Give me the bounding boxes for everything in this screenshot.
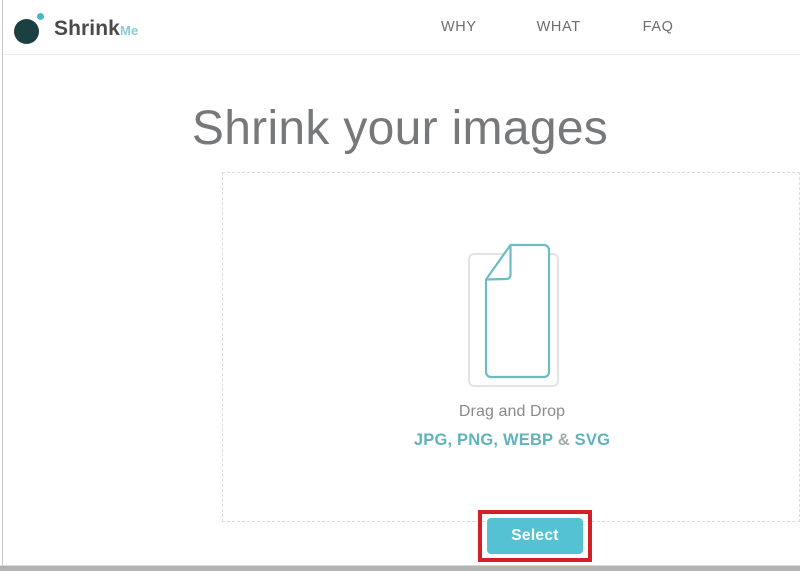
dropzone-caption: Drag and Drop [458, 403, 566, 420]
logo-circle-icon [14, 19, 39, 44]
logo-accent-dot-icon [37, 13, 44, 20]
select-button[interactable]: Select [487, 518, 583, 554]
file-dropzone[interactable]: Drag and Drop JPG, PNG, WEBP & SVG [222, 172, 800, 522]
site-header: ShrinkMe WHY WHAT FAQ [3, 0, 800, 55]
window-bottom-edge [0, 566, 800, 571]
app-page: ShrinkMe WHY WHAT FAQ Shrink your images… [0, 0, 800, 571]
main-navigation: WHY WHAT FAQ [433, 0, 673, 54]
document-stack-icon [223, 235, 800, 395]
formats-suffix: SVG [574, 431, 611, 449]
formats-ampersand: & [552, 431, 575, 449]
nav-item-faq[interactable]: FAQ [643, 19, 674, 35]
shrinkme-logo-icon [14, 12, 46, 44]
formats-prefix: JPG, PNG, WEBP [413, 431, 553, 449]
brand-wordmark: ShrinkMe [54, 18, 138, 39]
window-left-edge [2, 0, 3, 571]
page-title: Shrink your images [191, 102, 609, 156]
brand-logo[interactable]: ShrinkMe [14, 8, 138, 48]
dropzone-supported-formats: JPG, PNG, WEBP & SVG [223, 431, 800, 450]
nav-item-why[interactable]: WHY [441, 19, 477, 35]
brand-name-secondary: Me [119, 22, 139, 38]
brand-name-primary: Shrink [54, 16, 120, 40]
nav-item-what[interactable]: WHAT [537, 19, 581, 35]
